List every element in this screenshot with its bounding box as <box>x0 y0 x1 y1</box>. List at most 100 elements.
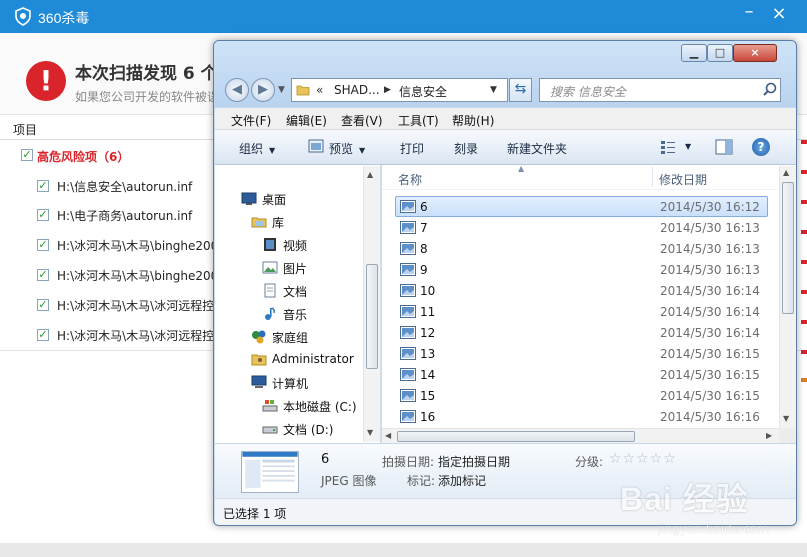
menu-view[interactable]: 查看(V) <box>341 112 383 129</box>
watermark: Bai 经验 jingyan.baidu.com <box>620 470 800 545</box>
risk-item-path: H:\信息安全\autorun.inf <box>57 180 193 194</box>
breadcrumb-arrow-icon[interactable]: ▶ <box>384 83 391 97</box>
views-dropdown-icon[interactable]: ▼ <box>685 142 691 151</box>
navigation-scrollbar[interactable]: ▲ ▼ <box>363 166 380 442</box>
scroll-left-icon[interactable]: ◀ <box>385 431 391 440</box>
scroll-down-icon[interactable]: ▼ <box>783 414 789 423</box>
documents-icon <box>264 283 276 298</box>
image-file-icon <box>400 221 416 234</box>
address-overflow-chevron[interactable]: « <box>316 83 323 97</box>
burn-button[interactable]: 刻录 <box>454 140 478 157</box>
search-icon[interactable] <box>761 81 779 99</box>
drive-icon <box>262 426 278 434</box>
file-date: 2014/5/30 16:13 <box>660 221 760 235</box>
file-row[interactable]: 6 2014/5/30 16:12 <box>395 196 768 217</box>
file-list: ▲ 名称 修改日期 6 2014/5/30 16:12 7 2014/5/30 … <box>382 165 796 443</box>
back-button[interactable]: ◀ <box>225 78 249 102</box>
nav-label: 库 <box>272 216 285 230</box>
image-file-icon <box>400 284 416 297</box>
image-file-icon <box>400 263 416 276</box>
new-folder-button[interactable]: 新建文件夹 <box>507 140 567 157</box>
item-checkbox[interactable]: ✓ <box>37 239 49 251</box>
file-list-vertical-scrollbar[interactable]: ▲ ▼ <box>779 166 796 428</box>
date-taken-value[interactable]: 指定拍摄日期 <box>438 453 510 470</box>
file-name: 15 <box>420 389 436 403</box>
column-header-label: 项目 <box>13 123 38 137</box>
risk-item-path: H:\冰河木马\木马\binghe200 <box>57 239 219 253</box>
column-divider[interactable] <box>652 167 653 187</box>
search-placeholder: 搜索 信息安全 <box>550 85 626 99</box>
file-name: 13 <box>420 347 436 361</box>
organize-button[interactable]: 组织 ▼ <box>239 140 275 157</box>
nav-label: 视频 <box>283 239 308 253</box>
scroll-right-icon[interactable]: ▶ <box>766 431 772 440</box>
forward-button[interactable]: ▶ <box>251 78 275 102</box>
file-row[interactable]: 16 2014/5/30 16:16 <box>395 406 768 427</box>
minimize-button[interactable]: – <box>740 3 758 24</box>
item-checkbox[interactable]: ✓ <box>37 329 49 341</box>
item-checkbox[interactable]: ✓ <box>37 209 49 221</box>
column-header-name[interactable]: 名称 <box>398 171 422 188</box>
menu-edit[interactable]: 编辑(E) <box>286 112 327 129</box>
refresh-button[interactable]: ⇆ <box>509 78 532 102</box>
help-icon[interactable]: ? <box>752 138 770 156</box>
file-row[interactable]: 14 2014/5/30 16:15 <box>395 364 768 385</box>
address-segment-current[interactable]: 信息安全 <box>399 83 447 100</box>
scroll-up-icon[interactable]: ▲ <box>367 170 373 179</box>
tags-value[interactable]: 添加标记 <box>438 472 486 489</box>
scrollbar-thumb[interactable] <box>366 264 378 369</box>
sort-ascending-icon: ▲ <box>518 165 525 173</box>
details-file-type: JPEG 图像 <box>321 474 377 488</box>
file-name: 8 <box>420 242 428 256</box>
file-name: 16 <box>420 410 436 424</box>
close-button[interactable]: × <box>770 5 788 23</box>
scrollbar-thumb[interactable] <box>782 182 794 314</box>
address-segment[interactable]: SHAD... <box>334 83 380 97</box>
file-list-horizontal-scrollbar[interactable]: ◀ ▶ <box>382 428 779 443</box>
file-row[interactable]: 10 2014/5/30 16:14 <box>395 280 768 301</box>
item-checkbox[interactable]: ✓ <box>37 180 49 192</box>
column-header-date[interactable]: 修改日期 <box>659 171 707 188</box>
risk-item-path: H:\电子商务\autorun.inf <box>57 209 193 223</box>
tags-label: 标记: <box>407 474 436 488</box>
scrollbar-thumb[interactable] <box>397 431 635 442</box>
image-file-icon <box>400 368 416 381</box>
antivirus-title: 360杀毒 <box>38 10 90 26</box>
preview-button[interactable]: 预览 ▼ <box>329 140 365 157</box>
item-checkbox[interactable]: ✓ <box>37 269 49 281</box>
file-row[interactable]: 12 2014/5/30 16:14 <box>395 322 768 343</box>
recent-pages-dropdown[interactable]: ▼ <box>278 85 285 95</box>
file-row[interactable]: 11 2014/5/30 16:14 <box>395 301 768 322</box>
file-name: 12 <box>420 326 436 340</box>
nav-label: 桌面 <box>262 193 287 207</box>
file-row[interactable]: 9 2014/5/30 16:13 <box>395 259 768 280</box>
search-input[interactable]: 搜索 信息安全 <box>539 78 781 102</box>
menu-help[interactable]: 帮助(H) <box>452 112 494 129</box>
window-close-button[interactable]: × <box>733 44 777 62</box>
desktop-icon <box>241 192 257 205</box>
file-date: 2014/5/30 16:13 <box>660 242 760 256</box>
address-dropdown-icon[interactable]: ▼ <box>490 85 497 95</box>
file-name: 11 <box>420 305 436 319</box>
views-icon[interactable] <box>660 140 676 154</box>
music-icon <box>265 307 275 320</box>
rating-stars[interactable]: ☆☆☆☆☆ <box>609 451 677 467</box>
image-file-icon <box>400 326 416 339</box>
group-checkbox[interactable]: ✓ <box>21 149 33 161</box>
file-row[interactable]: 15 2014/5/30 16:15 <box>395 385 768 406</box>
watermark-url: jingyan.baidu.com <box>658 522 769 536</box>
menu-tools[interactable]: 工具(T) <box>398 112 439 129</box>
item-checkbox[interactable]: ✓ <box>37 299 49 311</box>
print-button[interactable]: 打印 <box>400 140 424 157</box>
file-row[interactable]: 8 2014/5/30 16:13 <box>395 238 768 259</box>
preview-pane-icon[interactable] <box>715 139 733 155</box>
window-minimize-button[interactable]: ▁ <box>681 44 707 62</box>
scroll-down-icon[interactable]: ▼ <box>367 428 373 437</box>
menu-file[interactable]: 文件(F) <box>231 112 271 129</box>
window-maximize-button[interactable]: □ <box>707 44 733 62</box>
scroll-up-icon[interactable]: ▲ <box>783 168 789 177</box>
details-file-name: 6 <box>321 452 330 467</box>
file-row[interactable]: 7 2014/5/30 16:13 <box>395 217 768 238</box>
address-bar[interactable]: « SHAD... ▶ 信息安全 ▼ <box>291 78 508 102</box>
file-row[interactable]: 13 2014/5/30 16:15 <box>395 343 768 364</box>
